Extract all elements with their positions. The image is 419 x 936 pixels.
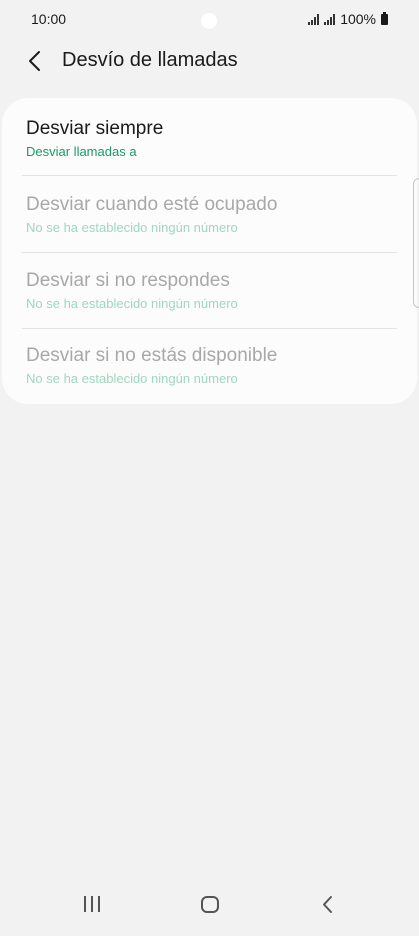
- option-title: Desviar si no respondes: [26, 270, 230, 291]
- status-bar: 10:00 100%: [0, 0, 419, 38]
- home-button[interactable]: [180, 878, 240, 931]
- home-icon: [201, 896, 219, 913]
- app-bar: Desvío de llamadas: [0, 38, 419, 84]
- status-time: 10:00: [31, 11, 67, 27]
- chevron-left-icon: [29, 51, 40, 71]
- option-forward-always[interactable]: Desviar siempre Desviar llamadas a: [2, 98, 417, 174]
- forwarding-options-card: Desviar siempre Desviar llamadas a Desvi…: [2, 98, 417, 404]
- back-icon: [323, 896, 332, 913]
- scrollbar[interactable]: [413, 178, 419, 308]
- signal-icon: [324, 13, 336, 25]
- option-subtitle: No se ha establecido ningún número: [26, 220, 238, 235]
- battery-icon: [381, 11, 388, 25]
- signal-icon: [308, 13, 320, 25]
- option-forward-when-unreachable[interactable]: Desviar si no estás disponible No se ha …: [2, 329, 417, 405]
- option-title: Desviar siempre: [26, 118, 164, 139]
- option-subtitle: No se ha establecido ningún número: [26, 296, 238, 311]
- recent-apps-icon: [84, 896, 100, 912]
- option-title: Desviar si no estás disponible: [26, 345, 278, 366]
- back-button[interactable]: [22, 47, 50, 75]
- option-subtitle: Desviar llamadas a: [26, 144, 137, 159]
- navigation-bar: [0, 878, 419, 931]
- option-forward-when-unanswered[interactable]: Desviar si no respondes No se ha estable…: [2, 253, 417, 329]
- battery-percentage: 100%: [340, 11, 376, 27]
- recent-apps-button[interactable]: [62, 878, 122, 931]
- page-title: Desvío de llamadas: [62, 49, 238, 71]
- option-forward-when-busy[interactable]: Desviar cuando esté ocupado No se ha est…: [2, 176, 417, 252]
- option-subtitle: No se ha establecido ningún número: [26, 371, 238, 386]
- option-title: Desviar cuando esté ocupado: [26, 194, 278, 215]
- status-icons: 100%: [308, 11, 388, 27]
- front-camera-cutout: [201, 13, 217, 29]
- nav-back-button[interactable]: [297, 878, 357, 931]
